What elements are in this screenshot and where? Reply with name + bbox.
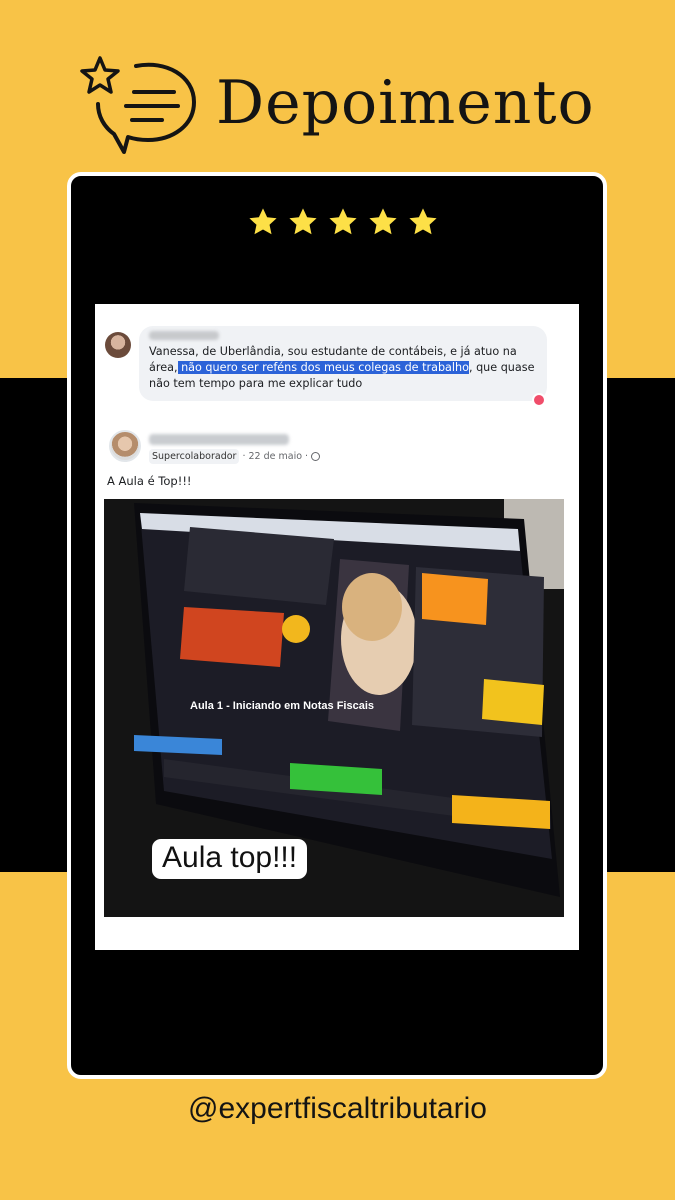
commenter-name-blurred [149,331,219,340]
comment-text: Vanessa, de Uberlândia, sou estudante de… [149,344,537,392]
status-badge: Supercolaborador [149,449,240,464]
comment-bubble: Vanessa, de Uberlândia, sou estudante de… [139,326,547,401]
testimonial-card: Vanessa, de Uberlândia, sou estudante de… [67,172,607,1079]
star-icon [409,208,437,235]
post-text: A Aula é Top!!! [107,474,192,488]
reaction-icon [532,393,546,407]
post-photo: Aula 1 - Iniciando em Notas Fiscais Aula… [104,499,564,917]
photo-caption: Aula top!!! [152,839,308,879]
star-icon [249,208,277,235]
avatar [105,332,131,358]
star-icon [289,208,317,235]
star-icon [369,208,397,235]
author-name-blurred [149,434,289,445]
page-title: Depoimento [216,68,595,138]
star-rating [247,206,439,238]
svg-text:Aula 1 - Iniciando em Notas Fi: Aula 1 - Iniciando em Notas Fiscais [190,700,374,712]
instagram-handle[interactable]: @expertfiscaltributario [0,1092,675,1126]
comment-highlight: não quero ser reféns dos meus colegas de… [177,361,469,374]
post-date: · 22 de maio · [242,451,309,462]
chat-star-icon [80,56,196,154]
avatar [109,430,141,462]
globe-icon [311,452,321,461]
star-icon [329,208,357,235]
header: Depoimento [78,50,598,160]
post-meta: Supercolaborador · 22 de maio · [149,449,321,464]
social-screenshot: Vanessa, de Uberlândia, sou estudante de… [95,304,579,950]
